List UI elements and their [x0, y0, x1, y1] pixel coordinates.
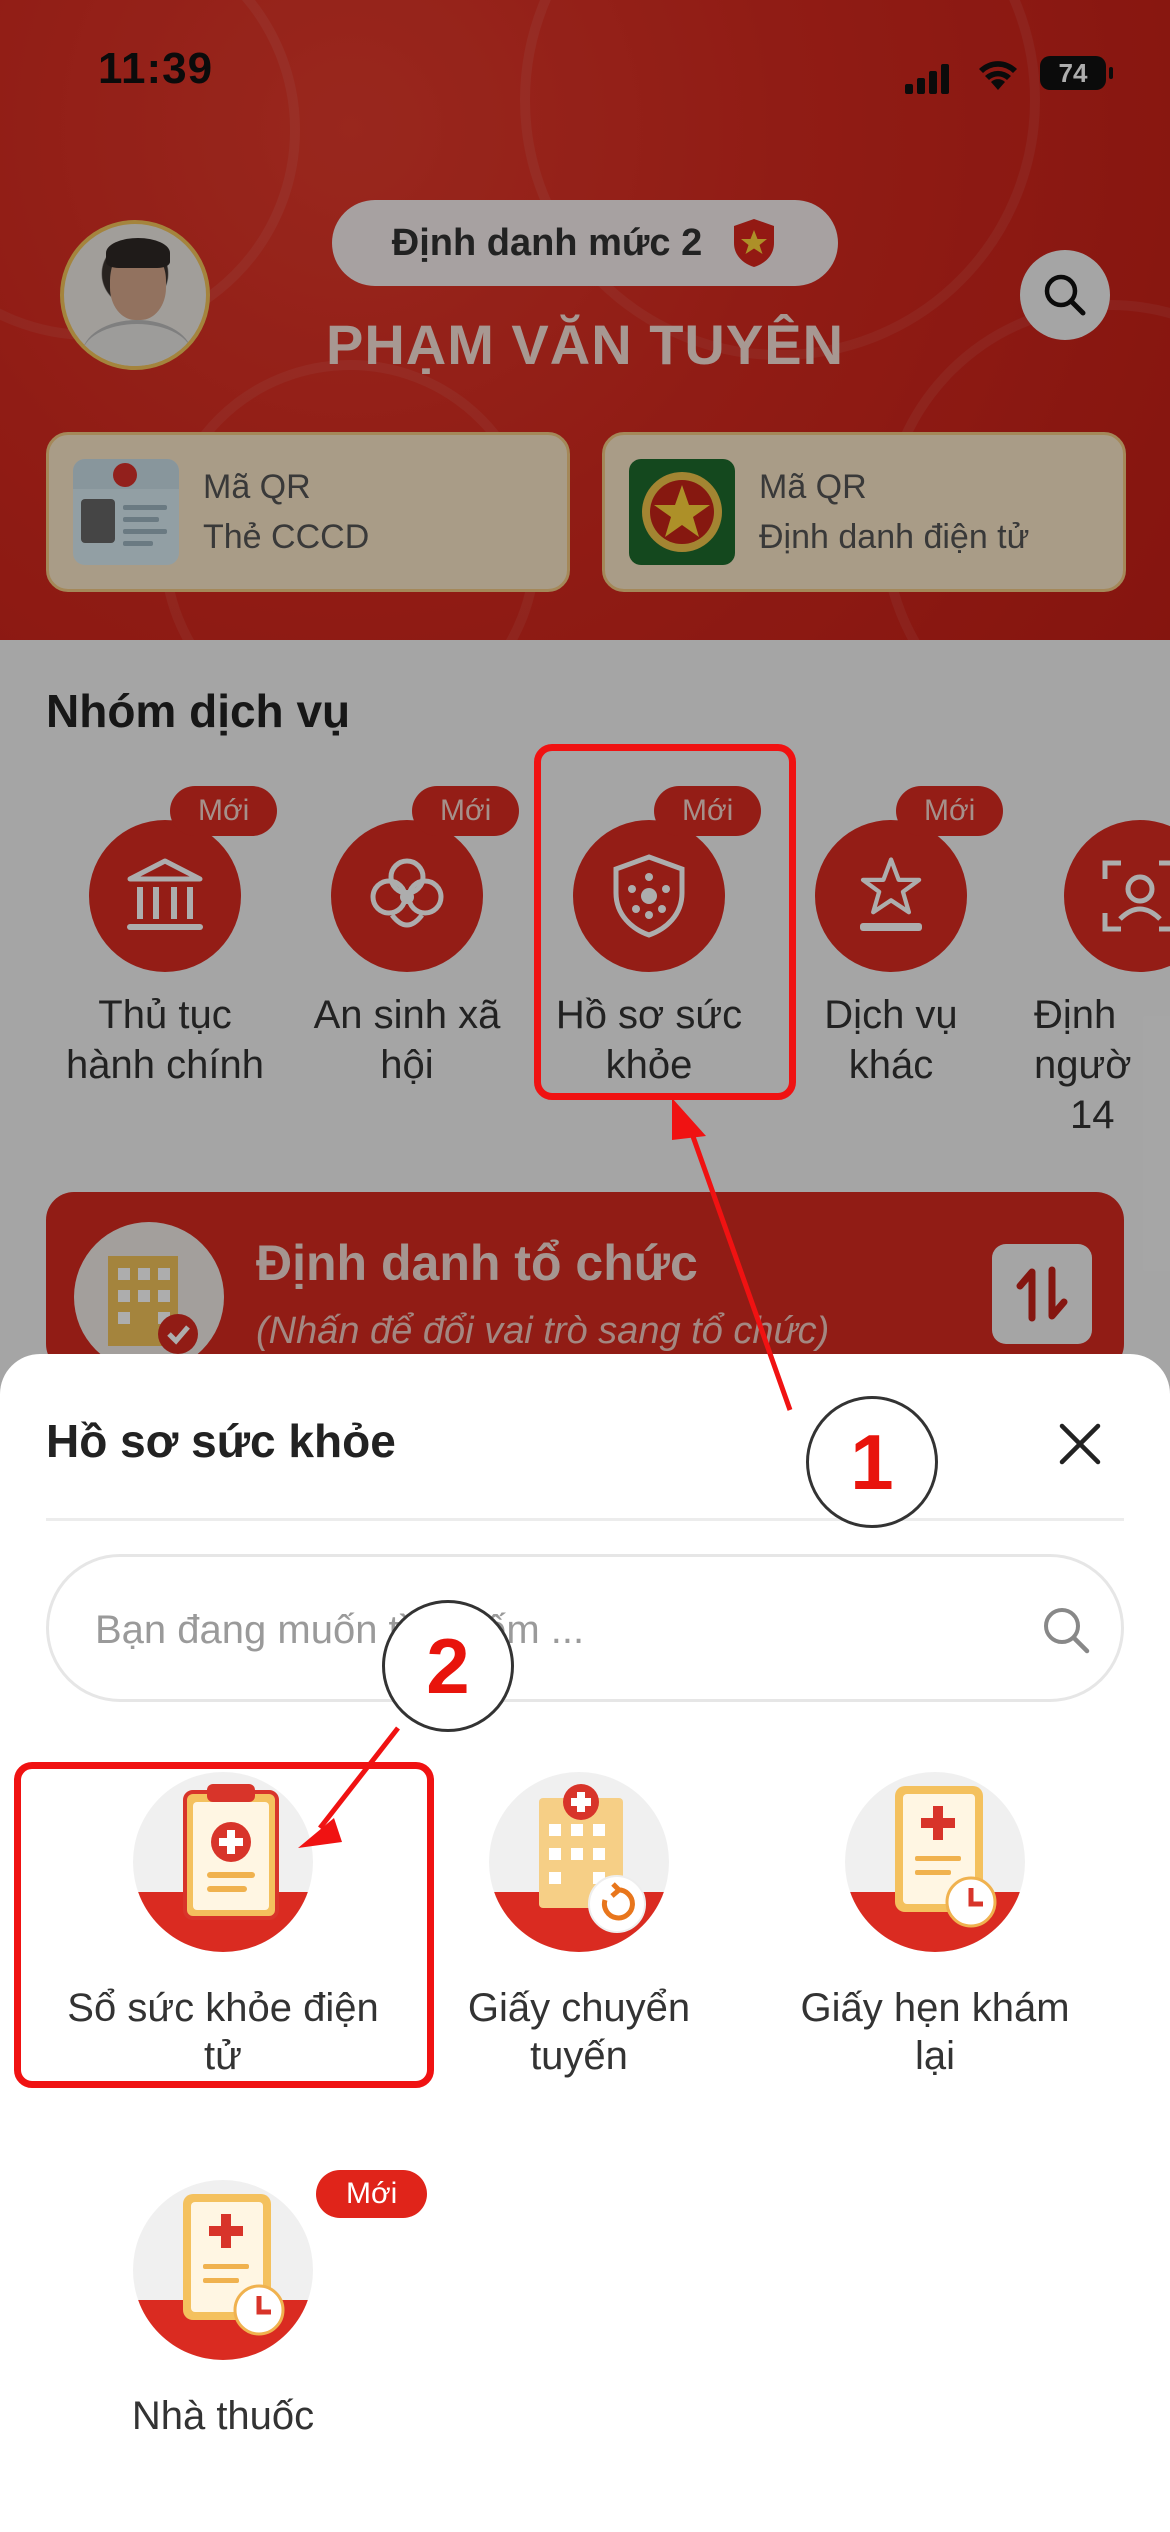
re-exam-label-line2: lại: [914, 2034, 956, 2078]
pharmacy-label: Nhà thuốc: [131, 2394, 315, 2438]
pharmacy-item[interactable]: Mới Nhà thuốc: [58, 2170, 428, 2440]
annotation-step-1: 1: [806, 1396, 938, 1528]
sheet-title: Hồ sơ sức khỏe: [46, 1415, 396, 1467]
re-exam-label-line1: Giấy hẹn khám: [800, 1986, 1070, 2030]
close-icon: [1059, 1423, 1101, 1465]
new-badge: Mới: [316, 2170, 428, 2218]
annotation-highlight-health-records: [534, 744, 796, 1100]
transfer-paper-label-line1: Giấy chuyển: [467, 1986, 691, 2030]
annotation-step-2: 2: [382, 1600, 514, 1732]
sheet-search-input[interactable]: [95, 1595, 995, 1665]
transfer-paper-label-line2: tuyến: [530, 2034, 628, 2078]
pharmacy-icon: [133, 2180, 313, 2360]
annotation-highlight-health-book: [14, 1762, 434, 2088]
transfer-paper-item[interactable]: Giấy chuyển tuyến: [414, 1772, 744, 2080]
search-icon[interactable]: [1039, 1603, 1093, 1657]
re-exam-appointment-item[interactable]: Giấy hẹn khám lại: [770, 1772, 1100, 2080]
hospital-transfer-icon: [489, 1772, 669, 1952]
appointment-paper-icon: [845, 1772, 1025, 1952]
sheet-divider: [46, 1518, 1124, 1521]
sheet-search-bar[interactable]: [46, 1554, 1124, 1702]
close-button[interactable]: [1040, 1404, 1120, 1484]
